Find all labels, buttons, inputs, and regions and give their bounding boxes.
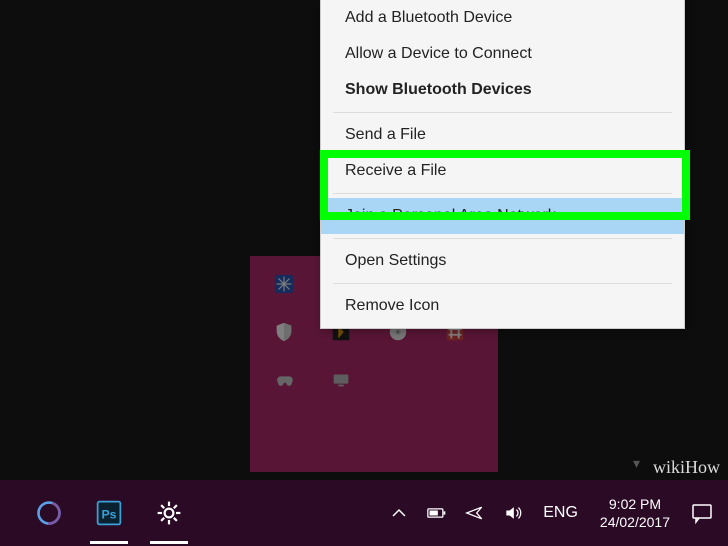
- svg-text:Ps: Ps: [102, 507, 117, 521]
- airplane-mode-icon[interactable]: [463, 501, 487, 525]
- menu-allow-device-connect[interactable]: Allow a Device to Connect: [321, 36, 684, 72]
- snowflake-icon[interactable]: [270, 270, 298, 298]
- clock[interactable]: 9:02 PM 24/02/2017: [596, 495, 674, 531]
- clock-time: 9:02 PM: [600, 495, 670, 513]
- settings-app-icon[interactable]: [148, 492, 190, 534]
- wikihow-watermark: wikiHow: [653, 457, 720, 478]
- menu-open-settings[interactable]: Open Settings: [321, 243, 684, 279]
- menu-receive-file[interactable]: Receive a File: [321, 153, 684, 189]
- photoshop-app-icon[interactable]: Ps: [88, 492, 130, 534]
- scroll-down-icon[interactable]: ▾: [633, 455, 640, 472]
- clock-date: 24/02/2017: [600, 513, 670, 531]
- tray-expand-icon[interactable]: [387, 501, 411, 525]
- gamepad-icon[interactable]: [270, 366, 298, 394]
- shield-icon[interactable]: [270, 318, 298, 346]
- cortana-icon[interactable]: [28, 492, 70, 534]
- menu-remove-icon[interactable]: Remove Icon: [321, 288, 684, 324]
- menu-show-bluetooth-devices[interactable]: Show Bluetooth Devices: [321, 72, 684, 108]
- menu-separator: [333, 112, 672, 113]
- device-icon[interactable]: [327, 366, 355, 394]
- menu-join-personal-area-network[interactable]: Join a Personal Area Network: [321, 198, 684, 234]
- taskbar: Ps ENG 9:02 PM 24/02/2017: [0, 480, 728, 546]
- volume-icon[interactable]: [501, 501, 525, 525]
- menu-separator: [333, 193, 672, 194]
- action-center-icon[interactable]: [688, 499, 716, 527]
- language-indicator[interactable]: ENG: [539, 504, 582, 522]
- menu-send-file[interactable]: Send a File: [321, 117, 684, 153]
- menu-separator: [333, 283, 672, 284]
- battery-icon[interactable]: [425, 501, 449, 525]
- menu-add-bluetooth-device[interactable]: Add a Bluetooth Device: [321, 0, 684, 36]
- bluetooth-context-menu: Add a Bluetooth Device Allow a Device to…: [320, 0, 685, 329]
- menu-separator: [333, 238, 672, 239]
